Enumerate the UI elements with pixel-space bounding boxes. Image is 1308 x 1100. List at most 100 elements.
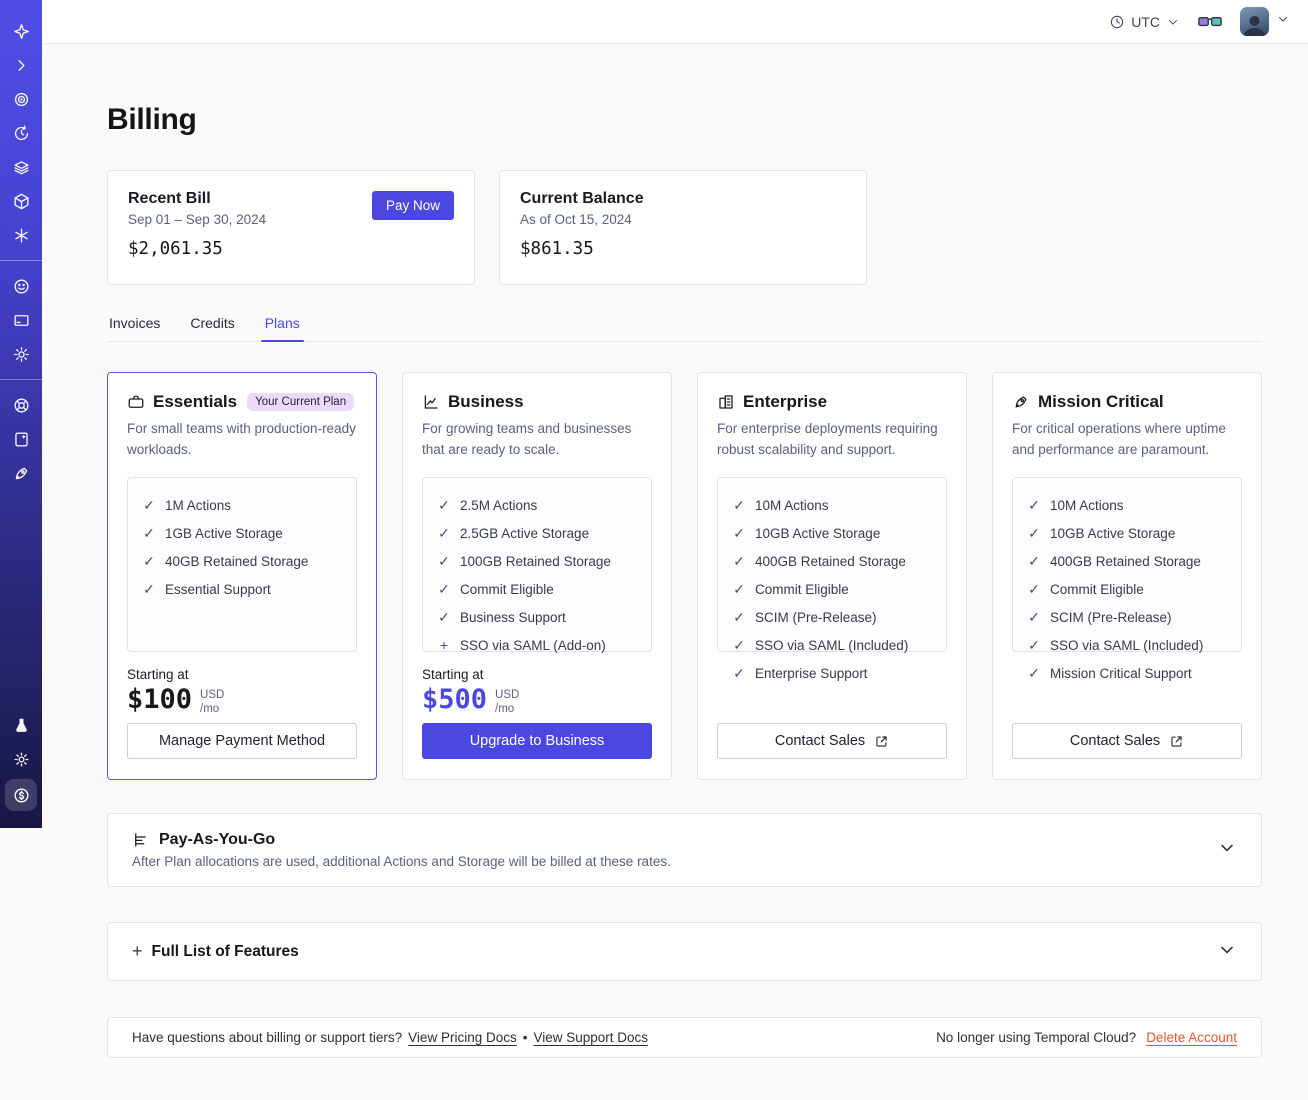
logo-icon[interactable] <box>8 18 34 44</box>
page-title: Billing <box>107 103 197 136</box>
feature-text: SSO via SAML (Add-on) <box>460 638 606 653</box>
getting-started-rocket-icon[interactable] <box>8 460 34 486</box>
deployments-cube-icon[interactable] <box>8 188 34 214</box>
chevron-down-icon[interactable] <box>1217 838 1237 863</box>
check-icon: ✓ <box>1028 581 1040 597</box>
manage-payment-method-button[interactable]: Manage Payment Method <box>127 723 357 759</box>
reader-glasses-icon[interactable] <box>1198 13 1222 31</box>
timezone-selector[interactable]: UTC <box>1109 14 1180 30</box>
plan-name: Business <box>448 392 524 411</box>
check-icon: ✓ <box>733 609 745 625</box>
help-lifering-icon[interactable] <box>8 392 34 418</box>
chevron-down-icon <box>1276 12 1290 31</box>
plan-description: For enterprise deployments requiring rob… <box>717 421 938 457</box>
billing-page: Billing Recent Bill Sep 01 – Sep 30, 202… <box>42 44 1308 1100</box>
tab-plans[interactable]: Plans <box>260 309 304 342</box>
plan-price: $100 <box>127 684 193 715</box>
contact-sales-button[interactable]: Contact Sales <box>1012 723 1242 759</box>
check-icon: ✓ <box>733 525 745 541</box>
check-icon: ✓ <box>1028 637 1040 653</box>
rocket-icon <box>1015 396 1027 408</box>
contact-sales-button[interactable]: Contact Sales <box>717 723 947 759</box>
check-icon: ✓ <box>733 665 745 681</box>
current-balance-asof: As of Oct 15, 2024 <box>520 212 632 227</box>
plan-card-essentials: Essentials Your Current Plan For small t… <box>107 372 377 780</box>
chevron-down-icon[interactable] <box>1217 939 1237 964</box>
check-icon: ✓ <box>733 637 745 653</box>
plan-name: Enterprise <box>743 392 828 411</box>
billing-card-icon[interactable] <box>8 307 34 333</box>
check-icon: ✓ <box>143 581 155 597</box>
feature-text: 10GB Active Storage <box>1050 526 1176 541</box>
check-icon: ✓ <box>1028 665 1040 681</box>
feature-text: SCIM (Pre-Release) <box>755 610 877 625</box>
chevron-down-icon <box>1169 19 1177 25</box>
feature-text: SCIM (Pre-Release) <box>1050 610 1172 625</box>
feature-text: 10M Actions <box>1050 498 1124 513</box>
per-label: /mo <box>200 703 220 716</box>
view-pricing-docs-link[interactable]: View Pricing Docs <box>408 1030 517 1045</box>
support-smiley-icon[interactable] <box>8 273 34 299</box>
feature-text: 2.5M Actions <box>460 498 538 513</box>
nexus-asterisk-icon[interactable] <box>8 222 34 248</box>
pay-now-button[interactable]: Pay Now <box>371 191 454 220</box>
plan-description: For critical operations where uptime and… <box>1012 421 1226 457</box>
check-icon: ✓ <box>438 525 450 541</box>
feature-text: 10M Actions <box>755 498 829 513</box>
theme-sun-icon[interactable] <box>8 746 34 772</box>
contact-sales-label: Contact Sales <box>774 733 866 749</box>
check-icon: ✓ <box>1028 497 1040 513</box>
feature-box: ✓ 2.5M Actions ✓ 2.5GB Active Storage ✓ 100… <box>422 477 652 653</box>
plan-card-business: Business For growing teams and businesse… <box>402 372 672 780</box>
features-accordion-title: Full List of Features <box>151 942 299 960</box>
features-accordion[interactable]: + Full List of Features <box>107 922 1262 981</box>
plan-card-enterprise: Enterprise For enterprise deployments re… <box>697 372 967 780</box>
feature-text: Mission Critical Support <box>1050 666 1192 681</box>
upgrade-to-business-button[interactable]: Upgrade to Business <box>422 723 652 759</box>
user-avatar <box>1240 7 1269 36</box>
price-block: Starting at $100 USD/mo <box>127 667 357 717</box>
delete-account-link[interactable]: Delete Account <box>1146 1030 1237 1045</box>
feature-text: SSO via SAML (Included) <box>1050 638 1204 653</box>
collapse-chevron-icon[interactable] <box>8 52 34 78</box>
payg-accordion[interactable]: Pay-As-You-Go After Plan allocations are… <box>107 813 1262 887</box>
buildings-icon <box>719 395 733 409</box>
docs-book-icon[interactable] <box>8 426 34 452</box>
current-balance-title: Current Balance <box>520 190 644 207</box>
check-icon: ✓ <box>1028 553 1040 569</box>
feature-text: Essential Support <box>165 582 271 597</box>
currency-label: USD <box>495 689 520 701</box>
plans-grid: Essentials Your Current Plan For small t… <box>107 372 1262 780</box>
plan-card-mission-critical: Mission Critical For critical operations… <box>992 372 1262 780</box>
feature-text: Commit Eligible <box>460 582 554 597</box>
feature-text: 1GB Active Storage <box>165 526 283 541</box>
schedules-icon[interactable] <box>8 120 34 146</box>
feature-text: 100GB Retained Storage <box>460 554 611 569</box>
view-support-docs-link[interactable]: View Support Docs <box>533 1030 648 1045</box>
feature-text: SSO via SAML (Included) <box>755 638 909 653</box>
check-icon: ✓ <box>438 609 450 625</box>
sidebar-divider <box>0 379 42 380</box>
tab-invoices[interactable]: Invoices <box>107 309 162 341</box>
settings-gear-icon[interactable] <box>8 341 34 367</box>
bullet-separator: • <box>522 1030 528 1045</box>
feature-box: ✓ 10M Actions ✓ 10GB Active Storage ✓ 400GB… <box>717 477 947 681</box>
layers-icon[interactable] <box>8 154 34 180</box>
briefcase-icon <box>128 395 144 408</box>
recent-bill-card: Recent Bill Sep 01 – Sep 30, 2024 $2,061… <box>107 170 475 285</box>
plan-description: For small teams with production-ready wo… <box>127 421 356 457</box>
feature-text: Commit Eligible <box>755 582 849 597</box>
feature-text: Commit Eligible <box>1050 582 1144 597</box>
user-menu[interactable] <box>1240 7 1290 36</box>
recent-bill-amount: $2,061.35 <box>128 239 223 259</box>
feature-text: 10GB Active Storage <box>755 526 881 541</box>
bar-chart-icon <box>135 833 146 847</box>
tab-credits[interactable]: Credits <box>188 309 236 341</box>
namespaces-icon[interactable] <box>8 86 34 112</box>
labs-flask-icon[interactable] <box>8 712 34 738</box>
plan-description: For growing teams and businesses that ar… <box>422 421 632 457</box>
check-icon: ✓ <box>143 553 155 569</box>
sidebar-item-billing-active[interactable] <box>5 779 37 811</box>
billing-tabs: Invoices Credits Plans <box>107 309 1262 342</box>
feature-text: 400GB Retained Storage <box>1050 554 1201 569</box>
